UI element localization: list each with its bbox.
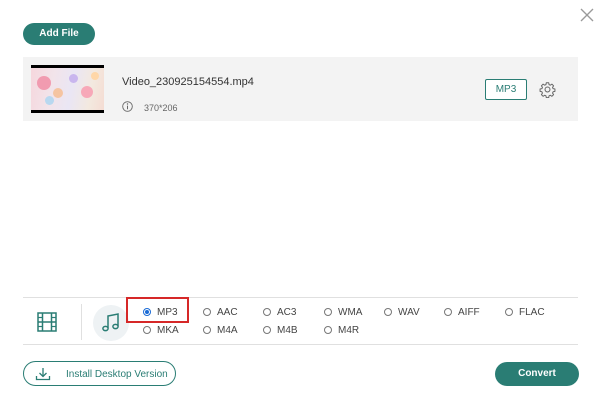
format-option-flac[interactable]: FLAC: [505, 307, 545, 318]
file-dimensions: 370*206: [144, 103, 178, 113]
format-option-ac3[interactable]: AC3: [263, 307, 296, 318]
format-option-wav[interactable]: WAV: [384, 307, 420, 318]
radio-icon: [444, 308, 452, 316]
install-desktop-button[interactable]: Install Desktop Version: [23, 361, 176, 386]
format-option-aiff[interactable]: AIFF: [444, 307, 480, 318]
radio-icon: [143, 326, 151, 334]
radio-selected-icon: [143, 308, 151, 316]
install-desktop-label: Install Desktop Version: [66, 369, 168, 380]
radio-icon: [324, 308, 332, 316]
format-option-m4r[interactable]: M4R: [324, 325, 359, 336]
file-list-item: Video_230925154554.mp4 370*206 MP3: [23, 57, 578, 121]
format-option-m4b[interactable]: M4B: [263, 325, 298, 336]
output-format-button[interactable]: MP3: [485, 79, 527, 100]
radio-icon: [203, 326, 211, 334]
video-thumbnail: [31, 65, 104, 113]
radio-icon: [505, 308, 513, 316]
gear-icon[interactable]: [539, 81, 556, 99]
radio-icon: [203, 308, 211, 316]
radio-icon: [384, 308, 392, 316]
info-icon[interactable]: [122, 99, 133, 112]
download-icon: [35, 368, 51, 381]
radio-icon: [324, 326, 332, 334]
format-panel: [23, 297, 578, 345]
format-option-m4a[interactable]: M4A: [203, 325, 238, 336]
convert-button[interactable]: Convert: [495, 362, 579, 386]
music-note-icon[interactable]: [93, 305, 129, 341]
tab-divider: [81, 304, 82, 340]
close-icon[interactable]: [577, 5, 597, 25]
radio-icon: [263, 326, 271, 334]
add-file-button[interactable]: Add File: [23, 23, 95, 45]
format-option-aac[interactable]: AAC: [203, 307, 238, 318]
format-option-wma[interactable]: WMA: [324, 307, 362, 318]
format-option-mp3[interactable]: MP3: [143, 307, 178, 318]
file-name: Video_230925154554.mp4: [122, 76, 254, 88]
radio-icon: [263, 308, 271, 316]
film-icon[interactable]: [35, 310, 59, 334]
format-option-mka[interactable]: MKA: [143, 325, 179, 336]
